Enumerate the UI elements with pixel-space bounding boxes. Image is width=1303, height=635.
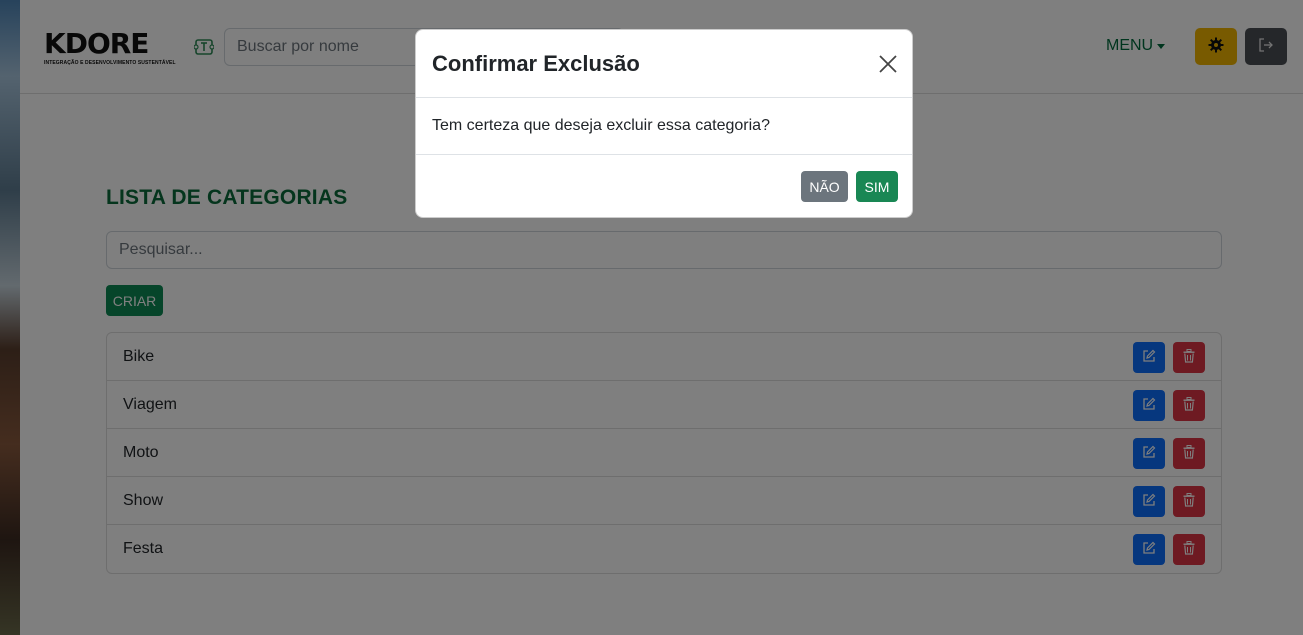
yes-button[interactable]: SIM	[856, 171, 898, 202]
confirm-delete-modal: Confirmar Exclusão Tem certeza que desej…	[415, 29, 913, 218]
modal-body: Tem certeza que deseja excluir essa cate…	[416, 98, 912, 155]
close-button[interactable]	[878, 54, 898, 74]
modal-message: Tem certeza que deseja excluir essa cate…	[432, 117, 770, 134]
modal-footer: NÃO SIM	[416, 155, 912, 217]
modal-title: Confirmar Exclusão	[432, 51, 640, 76]
no-button[interactable]: NÃO	[801, 171, 848, 202]
modal-header: Confirmar Exclusão	[416, 30, 912, 98]
close-icon	[878, 55, 898, 77]
